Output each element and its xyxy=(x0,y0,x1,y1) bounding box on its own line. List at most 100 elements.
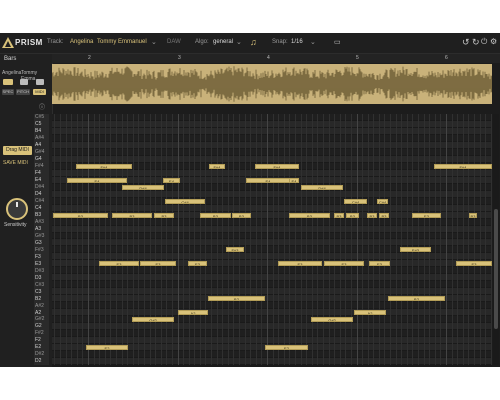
key-label[interactable]: C4 xyxy=(35,205,41,211)
midi-note[interactable]: B3 xyxy=(469,212,477,218)
midi-note[interactable]: F#3 xyxy=(226,247,244,253)
scrollbar-thumb[interactable] xyxy=(494,209,498,329)
tab-spec[interactable]: SPEC xyxy=(2,89,14,95)
midi-note[interactable]: B3 xyxy=(53,212,108,218)
midi-note[interactable]: C#4 xyxy=(165,198,205,204)
track-dropdown-icon[interactable]: ⌄ xyxy=(151,38,157,46)
key-label[interactable]: B2 xyxy=(35,296,41,302)
midi-note[interactable]: F#4 xyxy=(255,163,299,169)
key-label[interactable]: E2 xyxy=(35,344,41,350)
solo-button[interactable] xyxy=(36,79,44,85)
track-value-2[interactable]: Tommy Emmanuel xyxy=(97,39,147,45)
midi-note[interactable]: E4 xyxy=(163,177,180,183)
midi-note[interactable]: B3 xyxy=(334,212,344,218)
key-label[interactable]: C#4 xyxy=(35,198,44,204)
algo-dropdown-icon[interactable]: ⌄ xyxy=(236,38,242,46)
key-label[interactable]: G#3 xyxy=(35,233,44,239)
key-label[interactable]: G2 xyxy=(35,323,42,329)
key-label[interactable]: F2 xyxy=(35,337,41,343)
key-label[interactable]: G3 xyxy=(35,240,42,246)
key-label[interactable]: A#2 xyxy=(35,303,44,309)
algo-value[interactable]: general xyxy=(213,39,233,45)
key-label[interactable]: E3 xyxy=(35,261,41,267)
midi-note[interactable]: E4 xyxy=(289,177,299,183)
vertical-scrollbar[interactable] xyxy=(493,114,499,365)
key-label[interactable]: C#3 xyxy=(35,282,44,288)
drag-midi-button[interactable]: Drag MIDI xyxy=(3,146,32,155)
key-label[interactable]: B4 xyxy=(35,128,41,134)
midi-note[interactable]: B3 xyxy=(154,212,174,218)
midi-note[interactable]: B3 xyxy=(232,212,251,218)
audio-waveform[interactable] xyxy=(52,64,492,104)
key-label[interactable]: C5 xyxy=(35,121,41,127)
midi-note[interactable]: E2 xyxy=(265,345,308,351)
horizontal-scrollbar[interactable] xyxy=(52,365,492,367)
power-icon[interactable]: ⏻ xyxy=(481,37,487,47)
tab-pitch[interactable]: PITCH xyxy=(16,89,30,95)
midi-note[interactable]: E3 xyxy=(99,261,139,267)
redo-icon[interactable]: ↻ xyxy=(472,37,480,48)
undo-icon[interactable]: ↺ xyxy=(462,37,470,48)
note-icon[interactable]: ♫ xyxy=(250,37,257,47)
key-label[interactable]: F#2 xyxy=(35,330,44,336)
screen-icon[interactable]: ▭ xyxy=(334,38,341,46)
key-label[interactable]: D2 xyxy=(35,358,41,364)
piano-roll-grid[interactable]: F#4 F#4 F#4 F#4 E4 E4 E4 E4 D#4 D#4 C#4 C#4 C#4 B3 B3 B… xyxy=(52,114,492,365)
midi-note[interactable]: B3 xyxy=(379,212,389,218)
key-label[interactable]: F#3 xyxy=(35,247,44,253)
key-label[interactable]: G#4 xyxy=(35,149,44,155)
midi-note[interactable]: F#4 xyxy=(434,163,492,169)
key-label[interactable]: F4 xyxy=(35,170,41,176)
midi-note[interactable]: C#4 xyxy=(344,198,367,204)
midi-note[interactable]: E3 xyxy=(278,261,322,267)
key-label[interactable]: A4 xyxy=(35,142,41,148)
save-midi-button[interactable]: SAVE MIDI xyxy=(3,160,28,166)
midi-note[interactable]: C#4 xyxy=(377,198,388,204)
key-label[interactable]: B3 xyxy=(35,212,41,218)
midi-note[interactable]: E3 xyxy=(456,261,492,267)
midi-note[interactable]: F#3 xyxy=(400,247,431,253)
midi-note[interactable]: F#4 xyxy=(76,163,132,169)
key-label[interactable]: F3 xyxy=(35,254,41,260)
key-label[interactable]: F#4 xyxy=(35,163,44,169)
midi-note[interactable]: B3 xyxy=(289,212,330,218)
midi-note[interactable]: D#4 xyxy=(301,184,343,190)
sensitivity-knob[interactable] xyxy=(6,198,28,220)
midi-note[interactable]: B2 xyxy=(208,296,265,302)
snap-value[interactable]: 1/16 xyxy=(291,39,303,45)
key-label[interactable]: D#2 xyxy=(35,351,44,357)
key-label[interactable]: A3 xyxy=(35,226,41,232)
piano-keys[interactable]: C#5 C5 B4 A#4 A4 G#4 G4 F#4 F4 E4 D#4 D4 C#4 C4 B3 A#3 A… xyxy=(34,114,49,365)
midi-note[interactable]: E4 xyxy=(67,177,127,183)
midi-note[interactable]: B3 xyxy=(200,212,231,218)
daw-label[interactable]: DAW xyxy=(167,39,181,45)
key-label[interactable]: C#5 xyxy=(35,114,44,120)
midi-note[interactable]: A2 xyxy=(178,310,208,316)
key-label[interactable]: G#2 xyxy=(35,316,44,322)
midi-note[interactable]: G#2 xyxy=(311,317,353,323)
tab-midi[interactable]: MIDI xyxy=(33,89,46,95)
key-label[interactable]: D4 xyxy=(35,191,41,197)
midi-note[interactable]: B3 xyxy=(346,212,359,218)
midi-note[interactable]: D#4 xyxy=(122,184,164,190)
key-label[interactable]: E4 xyxy=(35,177,41,183)
help-icon[interactable]: ⓘ xyxy=(39,102,45,111)
midi-note[interactable]: E4 xyxy=(246,177,290,183)
key-label[interactable]: D3 xyxy=(35,275,41,281)
midi-note[interactable]: E3 xyxy=(188,261,207,267)
midi-note[interactable]: E3 xyxy=(324,261,364,267)
midi-note[interactable]: A2 xyxy=(354,310,386,316)
speaker-button[interactable] xyxy=(3,79,13,85)
key-label[interactable]: G4 xyxy=(35,156,42,162)
key-label[interactable]: A2 xyxy=(35,310,41,316)
key-label[interactable]: C3 xyxy=(35,289,41,295)
midi-note[interactable]: G#2 xyxy=(132,317,174,323)
midi-note[interactable]: E3 xyxy=(140,261,176,267)
key-label[interactable]: A#3 xyxy=(35,219,44,225)
mute-button[interactable] xyxy=(20,79,28,85)
bars-ruler[interactable]: 2 3 4 5 6 xyxy=(52,54,500,63)
key-label[interactable]: A#4 xyxy=(35,135,44,141)
midi-note[interactable]: E3 xyxy=(369,261,390,267)
key-label[interactable]: D#3 xyxy=(35,268,44,274)
midi-note[interactable]: B3 xyxy=(367,212,377,218)
